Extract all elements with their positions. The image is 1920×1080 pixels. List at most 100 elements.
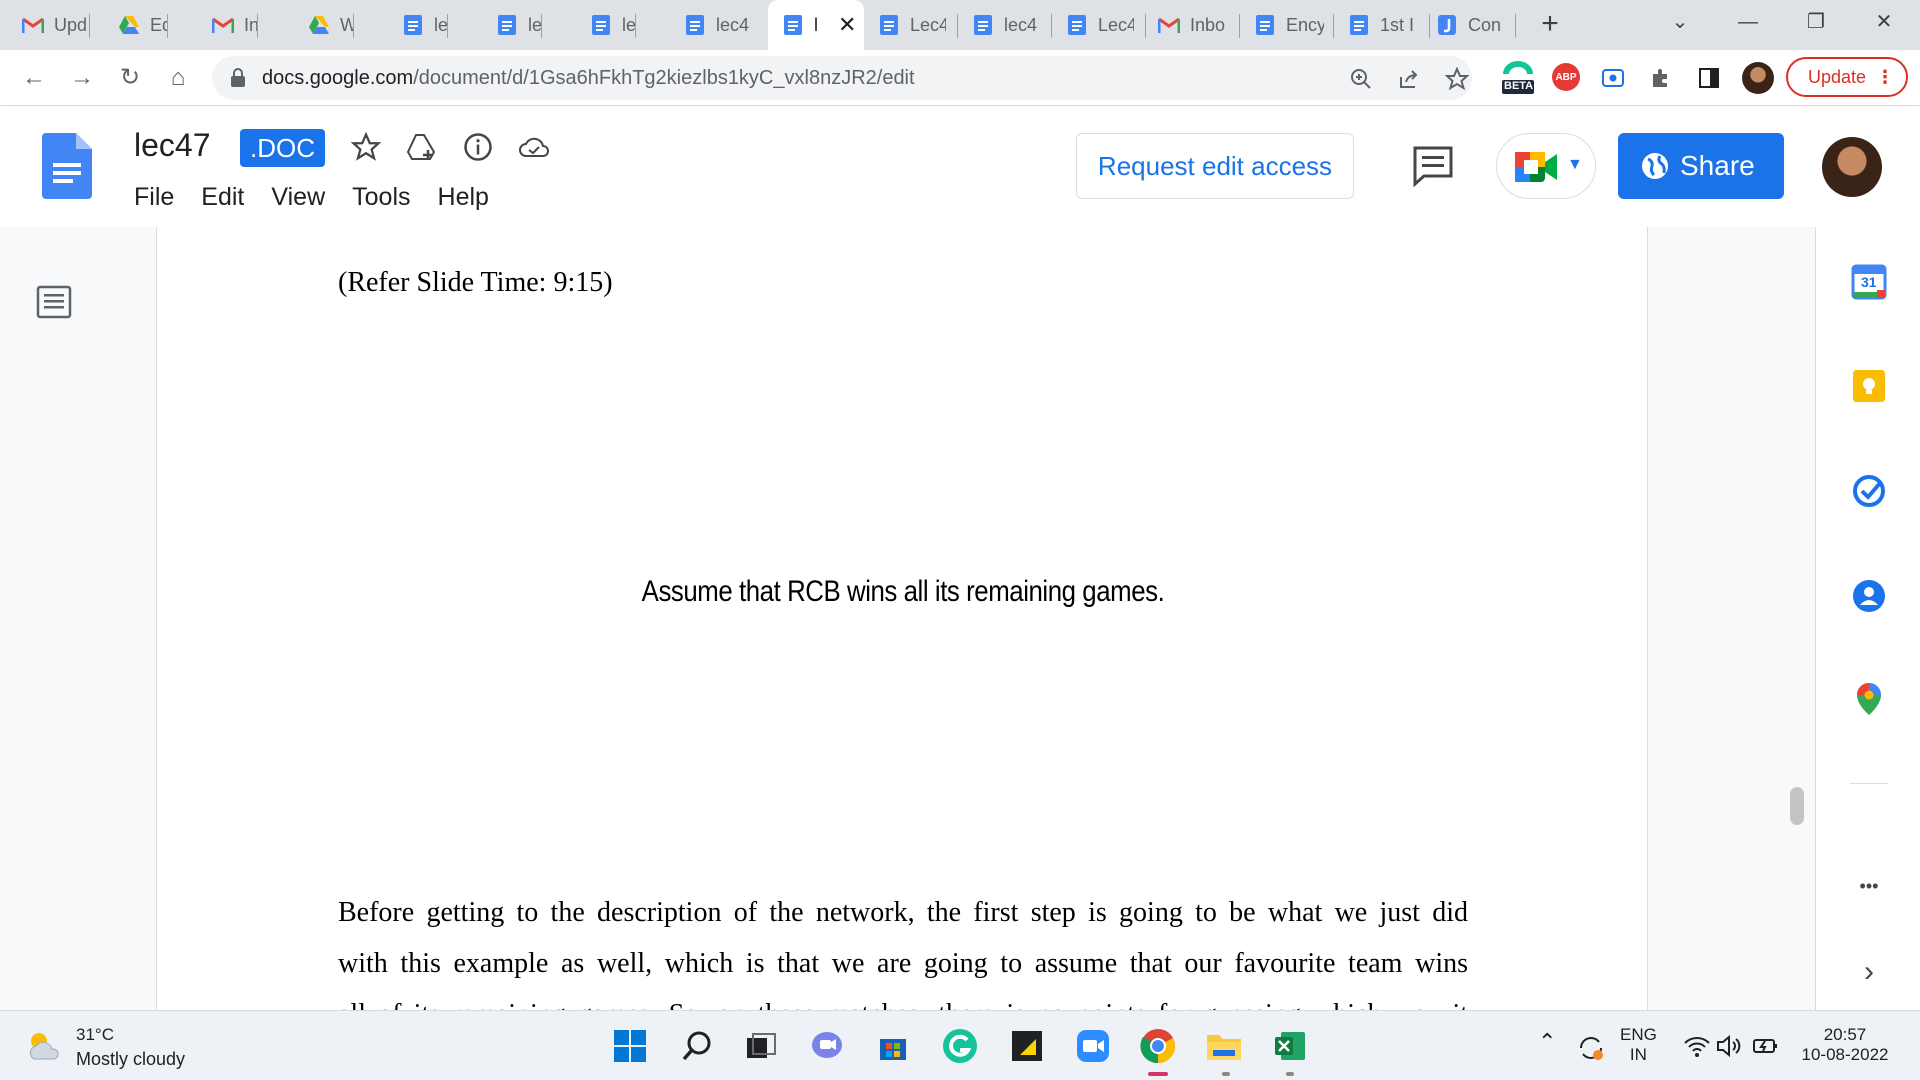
menu-tools[interactable]: Tools (352, 183, 410, 212)
share-page-icon[interactable] (1394, 64, 1424, 94)
gmail-icon (1158, 14, 1180, 36)
grammarly-beta-icon[interactable]: BETA (1500, 60, 1536, 98)
app-window: Upd Edits Inbo With lec4 lec4 lec4 lec4 (0, 0, 1920, 1080)
zoom-icon[interactable] (1346, 64, 1376, 94)
document-page[interactable]: (Refer Slide Time: 9:15) Assume that RCB… (156, 227, 1648, 1010)
account-avatar[interactable] (1822, 137, 1882, 197)
cloud-status-icon[interactable] (516, 129, 552, 165)
docs-icon (878, 14, 900, 36)
tab-0[interactable]: Upd (0, 0, 90, 50)
new-tab-button[interactable]: + (1533, 8, 1567, 42)
close-window-icon[interactable]: ✕ (1856, 0, 1912, 44)
star-icon[interactable] (348, 129, 384, 165)
tab-12[interactable]: Inbo (1146, 0, 1240, 50)
reload-icon[interactable]: ↻ (112, 60, 148, 96)
home-icon[interactable]: ⌂ (160, 60, 196, 96)
sync-icon[interactable] (1572, 1029, 1610, 1067)
maps-icon[interactable] (1850, 680, 1888, 718)
tab-title: lec4 (528, 14, 542, 35)
calendar-day: 31 (1861, 274, 1877, 290)
tab-5[interactable]: lec4 (448, 0, 542, 50)
back-icon[interactable]: ← (16, 60, 52, 96)
sticky-notes-icon[interactable] (1008, 1027, 1046, 1065)
lock-icon[interactable] (226, 66, 250, 90)
calendar-icon[interactable]: 31 (1850, 263, 1888, 301)
minimize-icon[interactable]: — (1720, 0, 1776, 44)
side-panel: 31 ••• › (1815, 227, 1920, 1010)
contacts-icon[interactable] (1850, 577, 1888, 615)
menu-view[interactable]: View (271, 183, 325, 212)
grammarly-icon[interactable] (941, 1027, 979, 1065)
task-view-icon[interactable] (742, 1027, 780, 1065)
tab-title: Upd (54, 14, 88, 35)
extensions-puzzle-icon[interactable] (1646, 63, 1676, 93)
screen-record-icon[interactable] (1598, 63, 1628, 93)
menu-help[interactable]: Help (438, 183, 489, 212)
drive-icon (308, 14, 330, 36)
tab-6[interactable]: lec4 (542, 0, 636, 50)
tab-9[interactable]: Lec4 (864, 0, 958, 50)
more-addons-icon[interactable]: ••• (1850, 867, 1888, 905)
tab-2[interactable]: Inbo (168, 0, 258, 50)
vertical-scrollbar-thumb[interactable] (1790, 787, 1804, 825)
teams-chat-icon[interactable] (808, 1027, 846, 1065)
forward-icon[interactable]: → (64, 60, 100, 96)
tab-search-icon[interactable]: ⌄ (1652, 0, 1708, 44)
address-bar[interactable]: docs.google.com/document/d/1Gsa6hFkhTg2k… (212, 56, 1472, 100)
tab-13[interactable]: Ency (1240, 0, 1334, 50)
document-info-icon[interactable] (460, 129, 496, 165)
comment-history-icon[interactable] (1412, 145, 1454, 187)
document-outline-icon[interactable] (36, 284, 72, 320)
volume-icon[interactable] (1710, 1027, 1748, 1065)
show-hidden-icons-icon[interactable]: ⌃ (1538, 1029, 1556, 1055)
chevron-right-icon[interactable]: › (1850, 953, 1888, 991)
tasks-icon[interactable] (1850, 472, 1888, 510)
tab-10[interactable]: lec4 (958, 0, 1052, 50)
microsoft-store-icon[interactable] (874, 1027, 912, 1065)
tab-3[interactable]: With (258, 0, 354, 50)
close-tab-icon[interactable]: ✕ (838, 12, 856, 38)
drive-icon (118, 14, 140, 36)
body-line-3: all of its remaining games. So, on these… (338, 989, 1468, 1010)
menu-edit[interactable]: Edit (201, 183, 244, 212)
weather-cloudy-icon[interactable] (26, 1029, 62, 1063)
profile-avatar-icon[interactable] (1742, 62, 1774, 94)
menu-bar: File Edit View Tools Help (134, 183, 516, 212)
battery-icon[interactable] (1746, 1027, 1784, 1065)
side-panel-icon[interactable] (1694, 63, 1724, 93)
search-icon[interactable] (678, 1027, 716, 1065)
tab-4[interactable]: lec4 (354, 0, 448, 50)
menu-file[interactable]: File (134, 183, 174, 212)
tab-11[interactable]: Lec4 (1052, 0, 1146, 50)
clock[interactable]: 20:57 10-08-2022 (1790, 1025, 1900, 1065)
google-docs-logo-icon[interactable] (42, 133, 92, 199)
tab-7[interactable]: lec4 (636, 0, 768, 50)
request-edit-access-button[interactable]: Request edit access (1076, 133, 1354, 199)
update-button[interactable]: Update ⋮ (1786, 57, 1908, 97)
file-explorer-icon[interactable] (1205, 1027, 1243, 1065)
tab-15[interactable]: Con (1430, 0, 1516, 50)
language-code: ENG (1620, 1025, 1657, 1044)
zoom-app-icon[interactable] (1074, 1027, 1112, 1065)
move-to-drive-icon[interactable] (404, 129, 440, 165)
bookmark-star-icon[interactable] (1442, 64, 1472, 94)
tab-title: Lec4 (910, 14, 946, 35)
language-indicator[interactable]: ENG IN (1620, 1025, 1657, 1065)
document-title[interactable]: lec47 (134, 127, 211, 164)
share-button[interactable]: Share (1618, 133, 1784, 199)
windows-start-icon[interactable] (611, 1027, 649, 1065)
adblock-icon[interactable]: ABP (1552, 63, 1580, 91)
restore-icon[interactable]: ❐ (1788, 0, 1844, 44)
keep-icon[interactable] (1850, 367, 1888, 405)
tab-14[interactable]: 1st I (1334, 0, 1430, 50)
chrome-icon[interactable] (1139, 1027, 1177, 1065)
tab-1[interactable]: Edits (90, 0, 168, 50)
clock-time: 20:57 (1823, 1025, 1867, 1044)
windows-taskbar: 31°C Mostly cloudy ⌃ ENG IN 20:57 10-08-… (0, 1010, 1920, 1080)
tab-8-active[interactable]: l ✕ (768, 0, 864, 50)
globe-icon (1642, 153, 1668, 179)
google-meet-icon (1515, 152, 1557, 182)
meet-button[interactable]: ▼ (1496, 133, 1596, 199)
excel-icon[interactable] (1271, 1027, 1309, 1065)
tab-title: l (814, 14, 818, 35)
